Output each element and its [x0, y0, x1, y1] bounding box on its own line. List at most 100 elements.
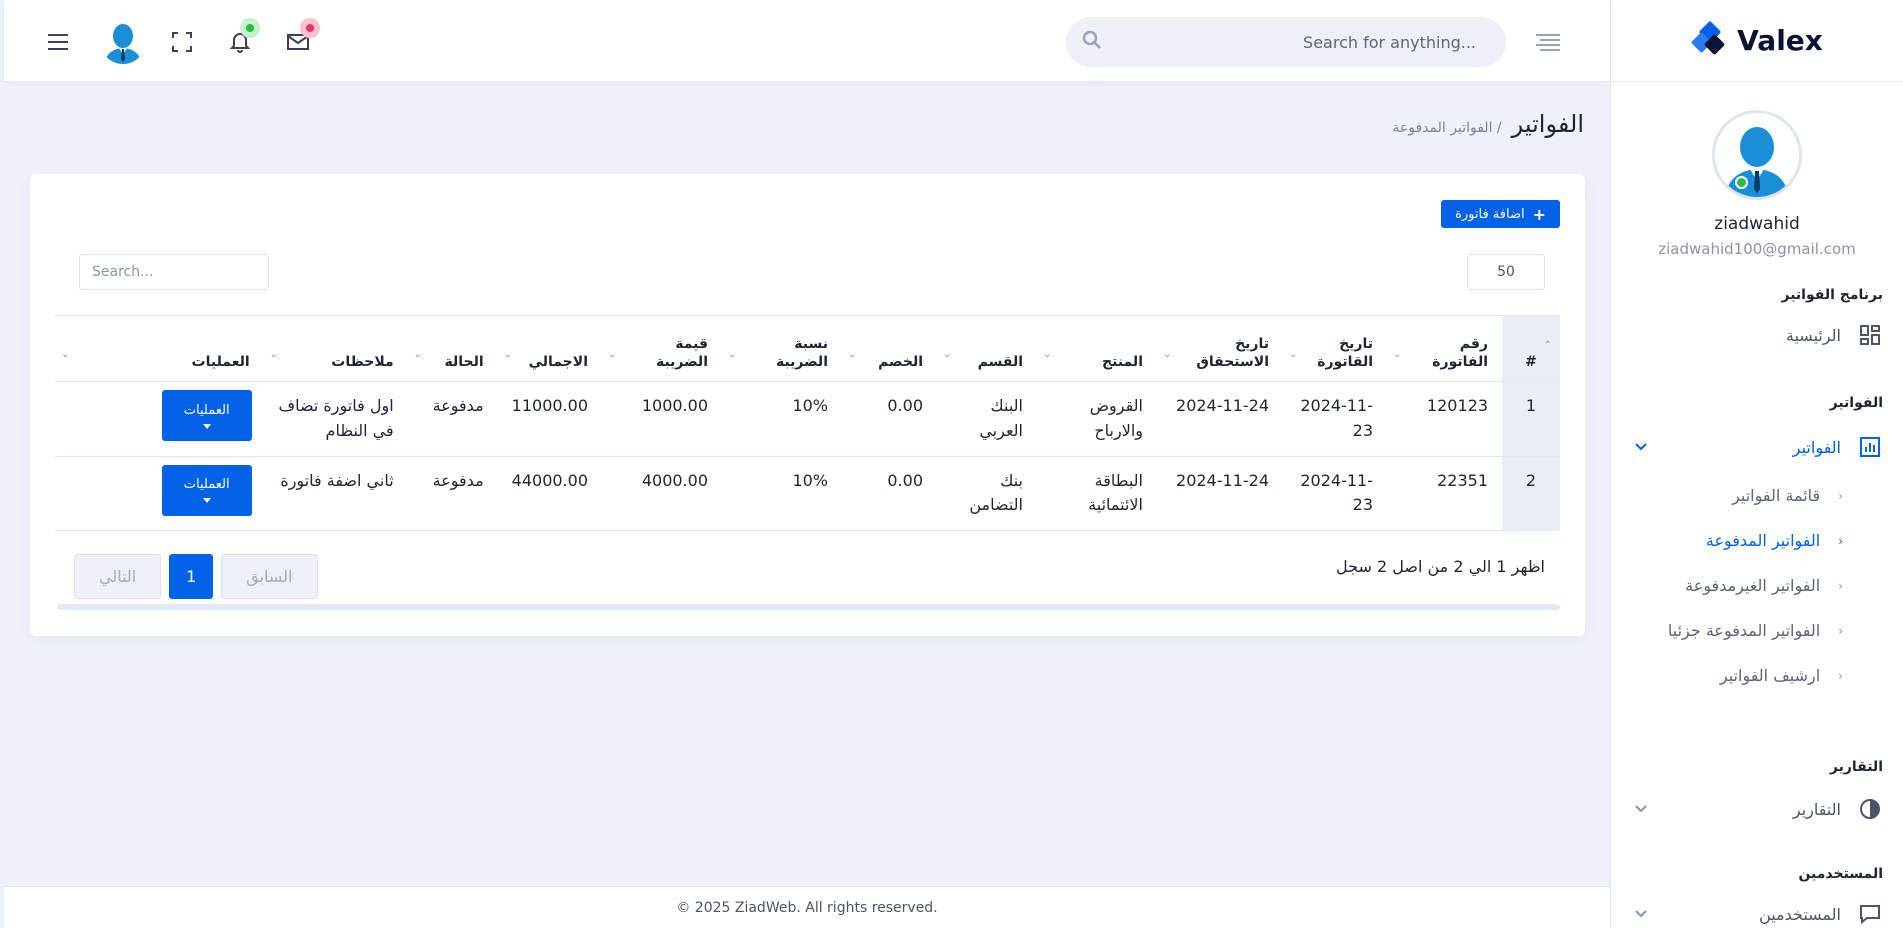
chevron-down-icon — [1631, 437, 1651, 457]
plus-icon: + — [1532, 204, 1546, 224]
column-header-tax-value[interactable]: قيمة الضريبة ⌄ — [602, 315, 722, 382]
submenu-label: الفواتير المدفوعة جزئيا — [1667, 621, 1821, 640]
cell-total: 44000.00 — [497, 456, 602, 532]
chevron-left-icon: ‹ — [1838, 578, 1843, 593]
column-header-status[interactable]: الحالة ⌄ — [407, 315, 498, 382]
avatar[interactable] — [100, 18, 146, 64]
breadcrumb: الفواتير / الفواتير المدفوعة — [1392, 110, 1584, 138]
column-header-invoice-date[interactable]: تاريخ القاتورة ⌄ — [1283, 315, 1387, 382]
column-header-due-date[interactable]: تاريخ الاستحقاق ⌄ — [1157, 315, 1283, 382]
sidebar-section-invoices: الفواتير الفواتير ‹ قائمة الفواتير ‹ الفوا… — [1611, 395, 1903, 698]
user-email: ziadwahid100@gmail.com — [1658, 240, 1856, 258]
sort-icon: ⌄ — [1163, 348, 1172, 360]
cell-tax-rate: 10% — [722, 381, 842, 457]
valex-logo-icon — [1691, 21, 1725, 54]
sidebar-section-users: المستخدمين المستخدمين — [1611, 866, 1903, 928]
column-header-product[interactable]: المنتج ⌄ — [1037, 315, 1157, 382]
cell-due-date: 2024-11-24 — [1157, 381, 1283, 457]
operations-label: العمليات — [183, 477, 230, 493]
column-header-operations[interactable]: العمليات ⌄ — [55, 315, 264, 382]
cell-invoice-date: 2024-11-23 — [1283, 456, 1387, 532]
table-info: اظهر 1 الي 2 من اصل 2 سجل — [1336, 557, 1545, 576]
user-name: ziadwahid — [1714, 214, 1800, 234]
table-header-row: # ⌃ رقم الفاتورة ⌄ تاريخ القاتورة ⌄ تاريخ ا… — [55, 315, 1560, 382]
sort-icon: ⌄ — [728, 348, 737, 360]
sidebar-item-users[interactable]: المستخدمين — [1611, 892, 1903, 928]
cell-notes: اول فاتورة تضاف في النظام — [263, 381, 408, 457]
pagination-next-button[interactable]: التالي — [74, 554, 162, 599]
lines-icon[interactable] — [1530, 24, 1566, 60]
column-header-notes[interactable]: ملاحظات ⌄ — [263, 315, 408, 382]
cell-operations: العمليات — [55, 456, 264, 532]
submenu-unpaid-invoices[interactable]: ‹ الفواتير الغيرمدفوعة — [1611, 563, 1903, 608]
cell-section-link[interactable]: البنك العربي — [937, 381, 1037, 457]
sort-icon: ⌄ — [503, 348, 513, 360]
pagination-page-button[interactable]: 1 — [169, 554, 214, 599]
column-header-section[interactable]: القسم ⌄ — [937, 315, 1037, 382]
sidebar-item-invoices[interactable]: الفواتير — [1611, 425, 1903, 469]
brand-logo[interactable]: Valex — [1691, 21, 1823, 61]
search-icon[interactable] — [1082, 30, 1102, 54]
sort-icon: ⌄ — [848, 348, 857, 360]
cell-section-link[interactable]: بنك التضامن — [937, 456, 1037, 532]
submenu-invoice-list[interactable]: ‹ قائمة الفواتير — [1611, 473, 1903, 518]
caret-down-icon — [202, 498, 211, 504]
submenu-label: الفواتير الغيرمدفوعة — [1685, 576, 1821, 595]
chevron-left-icon: ‹ — [1838, 668, 1843, 683]
mail-icon[interactable] — [280, 18, 320, 60]
breadcrumb-current[interactable]: / الفواتير المدفوعة — [1392, 120, 1501, 136]
chevron-left-icon: ‹ — [1838, 488, 1843, 503]
sort-icon: ⌄ — [413, 348, 423, 360]
submenu-paid-invoices[interactable]: ‹ الفواتير المدفوعة — [1611, 518, 1903, 563]
sidebar-item-label: الفواتير — [1792, 437, 1841, 457]
logo-bar: Valex — [1611, 0, 1903, 82]
cell-product: القروض والارباح — [1037, 381, 1157, 457]
cell-discount: 0.00 — [842, 381, 937, 457]
operations-dropdown-button[interactable]: العمليات — [161, 390, 252, 441]
chevron-down-icon — [1631, 799, 1651, 819]
chevron-down-icon — [1631, 904, 1651, 924]
column-header-invoice-number[interactable]: رقم الفاتورة ⌄ — [1387, 315, 1502, 382]
chevron-left-icon: ‹ — [1838, 623, 1843, 638]
cell-index: 2 — [1502, 456, 1560, 532]
sort-icon: ⌄ — [61, 348, 70, 360]
horizontal-scrollbar[interactable] — [57, 604, 1560, 610]
cell-status: مدفوعة — [407, 381, 498, 457]
page-length-select[interactable]: 50 — [1467, 254, 1545, 290]
user-avatar-icon — [100, 18, 146, 64]
sidebar-item-reports[interactable]: التقارير — [1611, 787, 1903, 831]
add-invoice-button[interactable]: + اضافة فاتورة — [1441, 200, 1560, 228]
cell-tax-rate: 10% — [722, 456, 842, 532]
sidebar-item-home[interactable]: الرئيسية — [1611, 313, 1903, 357]
operations-dropdown-button[interactable]: العمليات — [161, 464, 252, 516]
search-input[interactable] — [1102, 32, 1490, 52]
dashboard-icon — [1857, 322, 1883, 348]
sidebar-section-main: برنامج الفواتير الرئيسية — [1611, 287, 1903, 357]
cell-operations: العمليات — [55, 381, 264, 457]
submenu-invoice-archive[interactable]: ‹ ارشيف الفواتير — [1611, 653, 1903, 698]
chevron-left-icon: ‹ — [1838, 533, 1843, 548]
avatar[interactable] — [1712, 110, 1802, 200]
table-search-input[interactable] — [79, 254, 269, 290]
column-header-index[interactable]: # ⌃ — [1502, 315, 1560, 382]
invoices-table: # ⌃ رقم الفاتورة ⌄ تاريخ القاتورة ⌄ تاريخ ا… — [55, 315, 1560, 532]
sort-icon: ⌃ — [1543, 340, 1552, 351]
column-header-tax-rate[interactable]: نسبة الضريبة ⌄ — [722, 315, 842, 382]
invoices-submenu: ‹ قائمة الفواتير ‹ الفواتير المدفوعة ‹ الفو… — [1611, 473, 1903, 698]
sort-icon: ⌄ — [269, 348, 279, 360]
pagination-previous-button[interactable]: السابق — [221, 554, 318, 599]
cell-total: 11000.00 — [497, 381, 602, 457]
add-invoice-label: اضافة فاتورة — [1455, 206, 1525, 222]
fullscreen-icon[interactable] — [164, 24, 200, 60]
submenu-label: الفواتير المدفوعة — [1705, 531, 1821, 550]
cell-notes: ثاني اضفة فاتورة — [263, 456, 408, 532]
column-header-total[interactable]: الاجمالي ⌄ — [497, 315, 602, 382]
header-search — [1066, 17, 1506, 67]
menu-icon[interactable] — [40, 24, 76, 60]
sort-icon: ⌄ — [1393, 348, 1402, 360]
submenu-partially-paid-invoices[interactable]: ‹ الفواتير المدفوعة جزئيا — [1611, 608, 1903, 653]
sort-icon: ⌄ — [1043, 348, 1052, 360]
sidebar-category-reports: التقارير — [1829, 759, 1883, 775]
column-header-discount[interactable]: الخصم ⌄ — [842, 315, 937, 382]
bell-icon[interactable] — [222, 18, 260, 60]
